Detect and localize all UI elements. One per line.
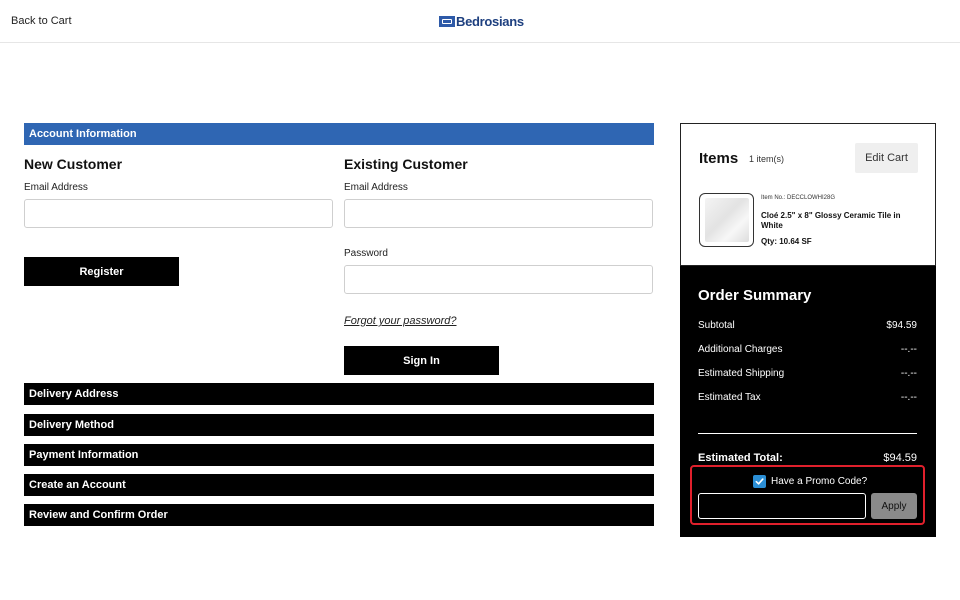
estimated-total-label: Estimated Total: (698, 452, 783, 464)
summary-label: Estimated Shipping (698, 368, 785, 379)
brand-name: Bedrosians (456, 14, 524, 29)
back-to-cart-link[interactable]: Back to Cart (11, 15, 72, 27)
section-payment-information[interactable]: Payment Information (24, 444, 654, 466)
section-create-account[interactable]: Create an Account (24, 474, 654, 496)
estimated-total-value: $94.59 (883, 452, 917, 464)
product-thumbnail[interactable] (699, 193, 754, 247)
summary-row-additional-charges: Additional Charges --.-- (698, 344, 917, 355)
password-label: Password (344, 248, 388, 259)
items-title: Items (699, 150, 739, 167)
summary-value: --.-- (900, 392, 917, 403)
estimated-total-row: Estimated Total: $94.59 (698, 452, 917, 464)
summary-label: Additional Charges (698, 344, 783, 355)
cart-items-panel: Items 1 item(s) Edit Cart Item No.: DECC… (680, 123, 936, 266)
summary-value: $94.59 (886, 320, 917, 331)
summary-label: Subtotal (698, 320, 735, 331)
summary-row-subtotal: Subtotal $94.59 (698, 320, 917, 331)
existing-customer-title: Existing Customer (344, 156, 468, 172)
promo-code-input[interactable] (698, 493, 866, 519)
section-delivery-method[interactable]: Delivery Method (24, 414, 654, 436)
section-account-information[interactable]: Account Information (24, 123, 654, 145)
register-button[interactable]: Register (24, 257, 179, 286)
new-customer-email-input[interactable] (24, 199, 333, 228)
summary-label: Estimated Tax (698, 392, 761, 403)
password-input[interactable] (344, 265, 653, 294)
items-count: 1 item(s) (749, 154, 785, 164)
item-name: Cloé 2.5" x 8" Glossy Ceramic Tile in Wh… (761, 211, 901, 230)
forgot-password-link[interactable]: Forgot your password? (344, 315, 457, 327)
logo-icon (439, 16, 455, 27)
section-delivery-address[interactable]: Delivery Address (24, 383, 654, 405)
checkmark-icon (755, 478, 764, 485)
order-summary-title: Order Summary (698, 287, 812, 304)
summary-divider (698, 433, 917, 434)
existing-email-label: Email Address (344, 182, 408, 193)
item-quantity: Qty: 10.64 SF (761, 237, 812, 246)
new-customer-title: New Customer (24, 156, 123, 172)
edit-cart-button[interactable]: Edit Cart (855, 143, 918, 173)
brand-logo[interactable]: Bedrosians (439, 14, 524, 29)
summary-value: --.-- (900, 368, 917, 379)
summary-row-tax: Estimated Tax --.-- (698, 392, 917, 403)
new-email-label: Email Address (24, 182, 88, 193)
apply-promo-button[interactable]: Apply (871, 493, 917, 519)
summary-row-shipping: Estimated Shipping --.-- (698, 368, 917, 379)
promo-checkbox[interactable] (753, 475, 766, 488)
section-review-confirm[interactable]: Review and Confirm Order (24, 504, 654, 526)
summary-value: --.-- (900, 344, 917, 355)
item-number: Item No.: DECCLOWHI28G (761, 195, 836, 201)
promo-code-label[interactable]: Have a Promo Code? (771, 476, 867, 487)
sign-in-button[interactable]: Sign In (344, 346, 499, 375)
checkout-header: Back to Cart Bedrosians (0, 0, 960, 43)
existing-customer-email-input[interactable] (344, 199, 653, 228)
